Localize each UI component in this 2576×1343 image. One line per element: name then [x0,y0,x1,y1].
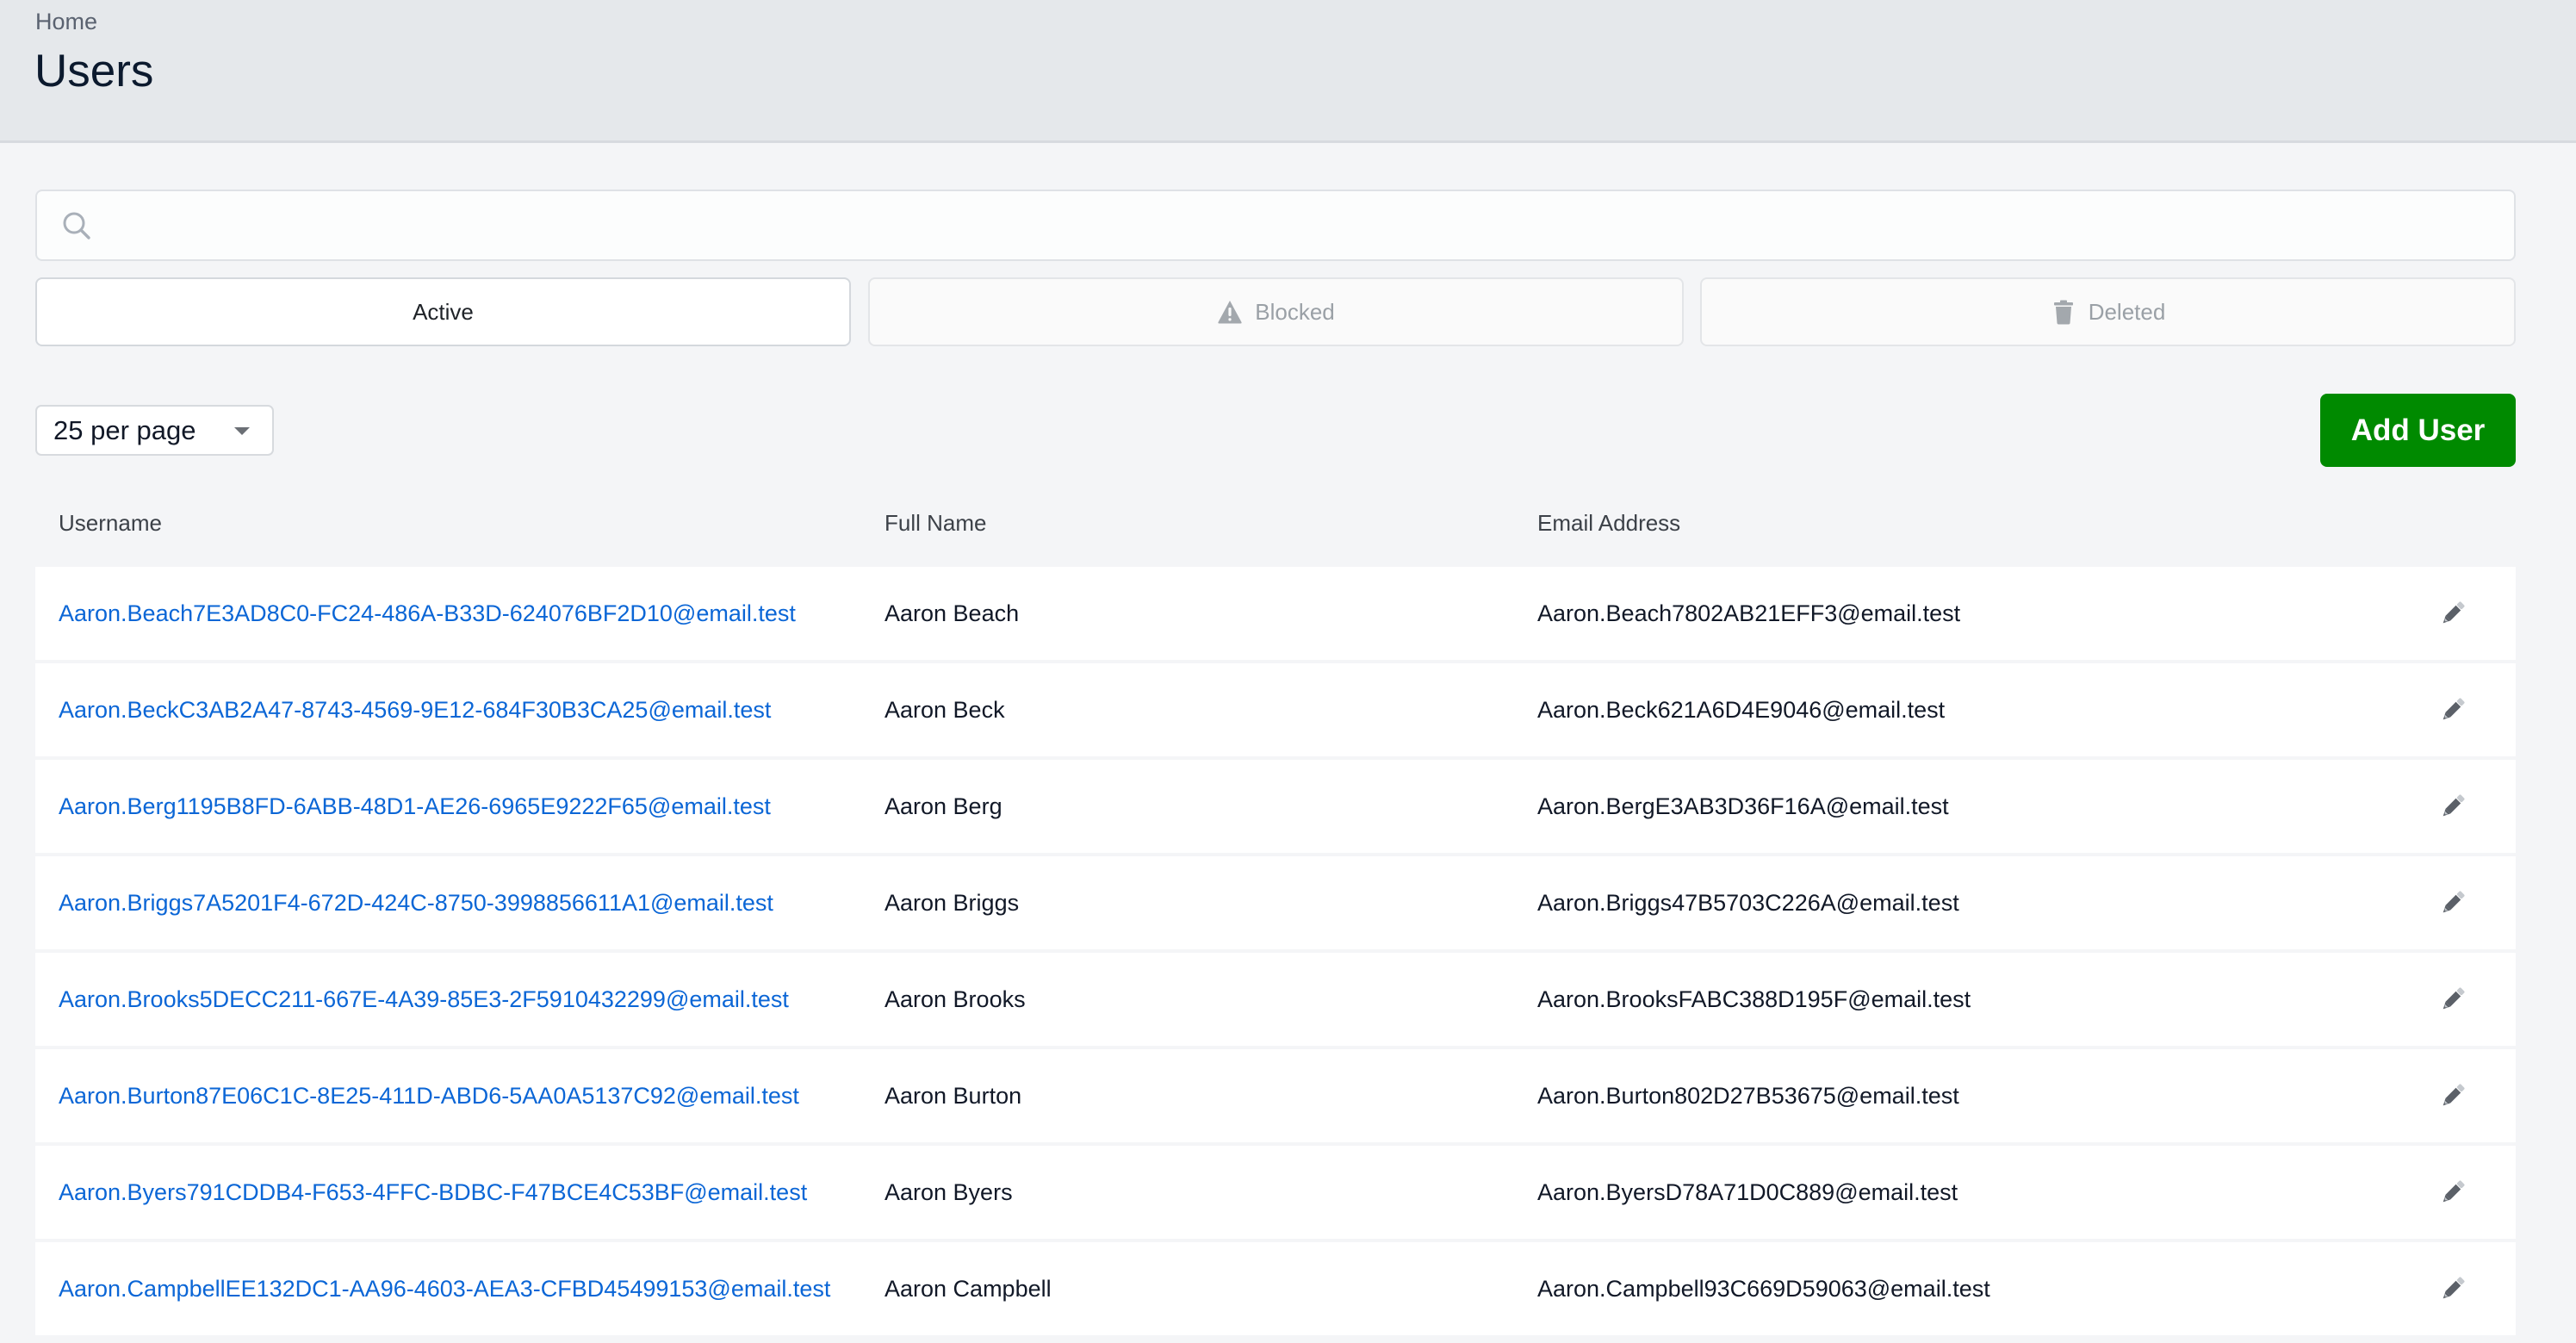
warning-triangle-icon [1217,299,1243,325]
tab-label: Active [413,298,474,325]
full-name: Aaron Briggs [885,890,1020,916]
email-address: Aaron.ByersD78A71D0C889@email.test [1537,1179,1958,1205]
table-row: Aaron.Brooks5DECC211-667E-4A39-85E3-2F59… [35,953,2516,1046]
page-header: Home Users [0,0,2576,143]
per-page-select[interactable]: 25 per page [35,405,274,456]
email-address: Aaron.Campbell93C669D59063@email.test [1537,1276,1990,1302]
email-address: Aaron.Beach7802AB21EFF3@email.test [1537,600,1961,626]
tab-blocked[interactable]: Blocked [868,277,1684,346]
email-address: Aaron.Beck621A6D4E9046@email.test [1537,697,1946,723]
search-icon [61,210,92,241]
email-address: Aaron.Briggs47B5703C226A@email.test [1537,890,1959,916]
caret-down-icon [234,427,250,435]
search-box[interactable] [35,190,2516,261]
tab-label: Blocked [1255,298,1335,325]
tab-deleted[interactable]: Deleted [1700,277,2516,346]
full-name: Aaron Brooks [885,986,1026,1012]
email-address: Aaron.BergE3AB3D36F16A@email.test [1537,793,1949,819]
page-title: Users [34,46,154,96]
username-link[interactable]: Aaron.Burton87E06C1C-8E25-411D-ABD6-5AA0… [59,1049,799,1142]
full-name: Aaron Campbell [885,1276,1052,1302]
pencil-edit-icon[interactable] [2438,792,2467,821]
table-row: Aaron.Byers791CDDB4-F653-4FFC-BDBC-F47BC… [35,1146,2516,1239]
table-row: Aaron.Burton87E06C1C-8E25-411D-ABD6-5AA0… [35,1049,2516,1142]
pencil-edit-icon[interactable] [2438,1274,2467,1303]
table-row: Aaron.BeckC3AB2A47-8743-4569-9E12-684F30… [35,663,2516,756]
column-header-email[interactable]: Email Address [1537,510,1680,537]
status-tabs: Active Blocked Deleted [35,277,2516,346]
email-address: Aaron.Burton802D27B53675@email.test [1537,1083,1959,1109]
pencil-edit-icon[interactable] [2438,695,2467,724]
tab-active[interactable]: Active [35,277,851,346]
username-link[interactable]: Aaron.BeckC3AB2A47-8743-4569-9E12-684F30… [59,663,771,756]
table-row: Aaron.Berg1195B8FD-6ABB-48D1-AE26-6965E9… [35,760,2516,853]
full-name: Aaron Burton [885,1083,1022,1109]
users-table: Username Full Name Email Address Aaron.B… [35,491,2516,1335]
username-link[interactable]: Aaron.Byers791CDDB4-F653-4FFC-BDBC-F47BC… [59,1146,807,1239]
username-link[interactable]: Aaron.Briggs7A5201F4-672D-424C-8750-3998… [59,856,773,949]
table-row: Aaron.CampbellEE132DC1-AA96-4603-AEA3-CF… [35,1242,2516,1335]
pencil-edit-icon[interactable] [2438,1081,2467,1110]
username-link[interactable]: Aaron.CampbellEE132DC1-AA96-4603-AEA3-CF… [59,1242,830,1335]
per-page-value: 25 per page [53,414,196,445]
pencil-edit-icon[interactable] [2438,985,2467,1014]
search-input[interactable] [106,191,2505,259]
username-link[interactable]: Aaron.Beach7E3AD8C0-FC24-486A-B33D-62407… [59,567,796,660]
pencil-edit-icon[interactable] [2438,599,2467,628]
full-name: Aaron Beach [885,600,1020,626]
table-row: Aaron.Beach7E3AD8C0-FC24-486A-B33D-62407… [35,567,2516,660]
add-user-button[interactable]: Add User [2320,394,2516,467]
email-address: Aaron.BrooksFABC388D195F@email.test [1537,986,1971,1012]
breadcrumb-home[interactable]: Home [35,9,97,35]
column-header-username[interactable]: Username [59,510,162,537]
column-header-full-name[interactable]: Full Name [885,510,986,537]
full-name: Aaron Byers [885,1179,1013,1205]
trash-icon [2051,299,2076,325]
full-name: Aaron Berg [885,793,1002,819]
table-row: Aaron.Briggs7A5201F4-672D-424C-8750-3998… [35,856,2516,949]
tab-label: Deleted [2088,298,2166,325]
table-header: Username Full Name Email Address [35,491,2516,567]
pencil-edit-icon[interactable] [2438,1178,2467,1207]
full-name: Aaron Beck [885,697,1005,723]
username-link[interactable]: Aaron.Brooks5DECC211-667E-4A39-85E3-2F59… [59,953,789,1046]
table-body: Aaron.Beach7E3AD8C0-FC24-486A-B33D-62407… [35,567,2516,1339]
pencil-edit-icon[interactable] [2438,888,2467,917]
username-link[interactable]: Aaron.Berg1195B8FD-6ABB-48D1-AE26-6965E9… [59,760,771,853]
